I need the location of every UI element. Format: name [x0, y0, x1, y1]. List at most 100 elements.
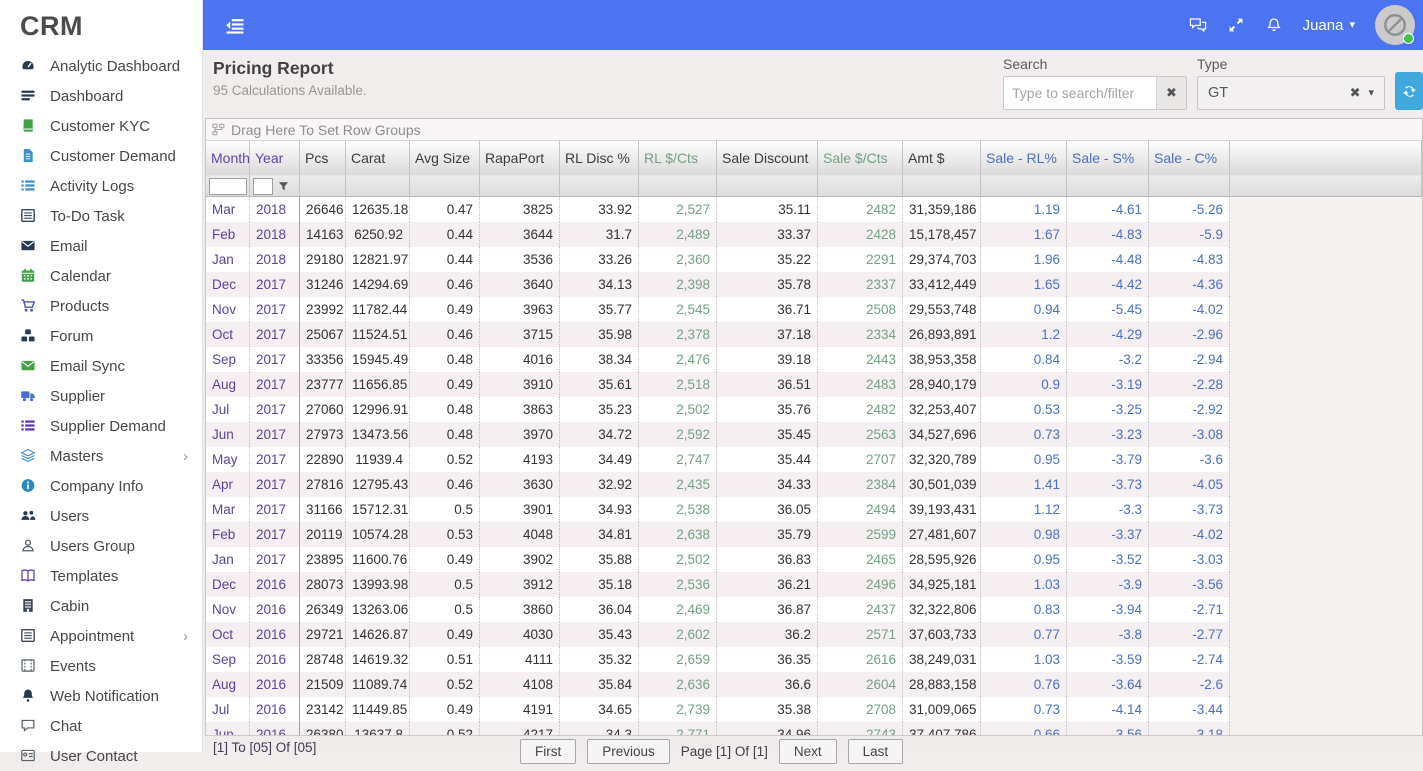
- sidebar-item-appointment[interactable]: Appointment ›: [0, 621, 202, 651]
- column-header-rl-cts[interactable]: RL $/Cts: [639, 141, 717, 175]
- sidebar-item-supplier-demand[interactable]: Supplier Demand: [0, 411, 202, 441]
- sidebar-toggle-icon[interactable]: [225, 17, 245, 34]
- table-row[interactable]: Dec 2017 31246 14294.69 0.46 3640 34.13 2,398 35…: [206, 272, 1422, 297]
- cell-year: 2016: [250, 697, 300, 722]
- cell-carat: 15945.49: [346, 347, 410, 372]
- fullscreen-icon[interactable]: [1227, 17, 1245, 33]
- row-groups-icon: [212, 123, 225, 136]
- filter-funnel-icon[interactable]: [278, 181, 289, 192]
- cell-avg-size: 0.49: [410, 372, 480, 397]
- cell-pcs: 23142: [300, 697, 346, 722]
- messages-icon[interactable]: [1189, 17, 1207, 33]
- table-row[interactable]: Jun 2017 27973 13473.56 0.48 3970 34.72 2,592 35…: [206, 422, 1422, 447]
- column-header-rapaport[interactable]: RapaPort: [480, 141, 560, 175]
- cell-avg-size: 0.44: [410, 222, 480, 247]
- sidebar-item-activity-logs[interactable]: Activity Logs: [0, 171, 202, 201]
- cell-month: Mar: [206, 197, 250, 222]
- search-input[interactable]: [1004, 77, 1156, 109]
- user-menu[interactable]: Juana ▾: [1303, 17, 1355, 34]
- sidebar-item-to-do-task[interactable]: To-Do Task: [0, 201, 202, 231]
- table-row[interactable]: Feb 2018 14163 6250.92 0.44 3644 31.7 2,489 33.3…: [206, 222, 1422, 247]
- sidebar-item-masters[interactable]: Masters ›: [0, 441, 202, 471]
- column-header-sale-rl[interactable]: Sale - RL%: [981, 141, 1067, 175]
- cell-pcs: 27816: [300, 472, 346, 497]
- table-row[interactable]: May 2017 22890 11939.4 0.52 4193 34.49 2,747 35.…: [206, 447, 1422, 472]
- table-row[interactable]: Jul 2016 23142 11449.85 0.49 4191 34.65 2,739 35…: [206, 697, 1422, 722]
- table-row[interactable]: Mar 2018 26646 12635.18 0.47 3825 33.92 2,527 35…: [206, 197, 1422, 222]
- sidebar-item-products[interactable]: Products: [0, 291, 202, 321]
- table-row[interactable]: Jan 2017 23895 11600.76 0.49 3902 35.88 2,502 36…: [206, 547, 1422, 572]
- avatar[interactable]: [1375, 5, 1415, 45]
- filter-input-month[interactable]: [209, 177, 247, 195]
- cell-year: 2016: [250, 672, 300, 697]
- column-header-month[interactable]: Month: [206, 141, 250, 175]
- column-header-avg-size[interactable]: Avg Size: [410, 141, 480, 175]
- column-header-sale-c[interactable]: Sale - C%: [1149, 141, 1230, 175]
- sidebar-item-company-info[interactable]: Company Info: [0, 471, 202, 501]
- table-row[interactable]: Oct 2016 29721 14626.87 0.49 4030 35.43 2,602 36…: [206, 622, 1422, 647]
- cell-pcs: 22890: [300, 447, 346, 472]
- cell-rl-disc: 34.49: [560, 447, 639, 472]
- column-header-sale-discount[interactable]: Sale Discount: [717, 141, 818, 175]
- user-icon: [20, 538, 37, 554]
- cell-sale-c: -2.28: [1149, 372, 1230, 397]
- cell-carat: 12635.18: [346, 197, 410, 222]
- sidebar-item-templates[interactable]: Templates: [0, 561, 202, 591]
- table-row[interactable]: Jul 2017 27060 12996.91 0.48 3863 35.23 2,502 35…: [206, 397, 1422, 422]
- sidebar-item-calendar[interactable]: Calendar: [0, 261, 202, 291]
- column-header-carat[interactable]: Carat: [346, 141, 410, 175]
- type-clear-icon[interactable]: ✖: [1350, 85, 1361, 101]
- row-groups-dropzone[interactable]: Drag Here To Set Row Groups: [206, 119, 1422, 141]
- table-row[interactable]: Aug 2017 23777 11656.85 0.49 3910 35.61 2,518 36…: [206, 372, 1422, 397]
- cell-carat: 12821.97: [346, 247, 410, 272]
- users-icon: [20, 508, 37, 524]
- column-header-pcs[interactable]: Pcs: [300, 141, 346, 175]
- sidebar-item-analytic-dashboard[interactable]: Analytic Dashboard: [0, 51, 202, 81]
- table-row[interactable]: Mar 2017 31166 15712.31 0.5 3901 34.93 2,538 36.…: [206, 497, 1422, 522]
- search-clear-button[interactable]: ✖: [1156, 77, 1186, 109]
- type-select[interactable]: GT ✖ ▾: [1197, 76, 1385, 110]
- refresh-button[interactable]: [1395, 72, 1423, 110]
- sidebar-item-events[interactable]: Events: [0, 651, 202, 681]
- sidebar-item-user-contact[interactable]: User Contact: [0, 741, 202, 771]
- sidebar-item-users[interactable]: Users: [0, 501, 202, 531]
- sidebar-item-customer-kyc[interactable]: Customer KYC: [0, 111, 202, 141]
- cell-pcs: 28073: [300, 572, 346, 597]
- sidebar-item-forum[interactable]: Forum: [0, 321, 202, 351]
- sidebar-item-chat[interactable]: Chat: [0, 711, 202, 741]
- table-row[interactable]: Jan 2018 29180 12821.97 0.44 3536 33.26 2,360 35…: [206, 247, 1422, 272]
- cell-sale-cts: 2291: [818, 247, 903, 272]
- sidebar-item-supplier[interactable]: Supplier: [0, 381, 202, 411]
- table-row[interactable]: Sep 2016 28748 14619.32 0.51 4111 35.32 2,659 36…: [206, 647, 1422, 672]
- table-row[interactable]: Dec 2016 28073 13993.98 0.5 3912 35.18 2,536 36.…: [206, 572, 1422, 597]
- sidebar-item-customer-demand[interactable]: Customer Demand: [0, 141, 202, 171]
- column-header-rl-disc[interactable]: RL Disc %: [560, 141, 639, 175]
- sidebar-item-dashboard[interactable]: Dashboard: [0, 81, 202, 111]
- sidebar-item-label: Events: [50, 657, 96, 675]
- filter-cell-sale-cts: [818, 175, 903, 197]
- column-header-amt[interactable]: Amt $: [903, 141, 981, 175]
- cell-month: Sep: [206, 647, 250, 672]
- table-row[interactable]: Nov 2017 23992 11782.44 0.49 3963 35.77 2,545 36…: [206, 297, 1422, 322]
- sidebar-item-label: Activity Logs: [50, 177, 135, 195]
- column-header-sale-cts[interactable]: Sale $/Cts: [818, 141, 903, 175]
- sidebar-item-web-notification[interactable]: Web Notification: [0, 681, 202, 711]
- table-row[interactable]: Feb 2017 20119 10574.28 0.53 4048 34.81 2,638 35…: [206, 522, 1422, 547]
- notifications-bell-icon[interactable]: [1265, 17, 1283, 33]
- cell-pcs: 21509: [300, 672, 346, 697]
- column-header-sale-s[interactable]: Sale - S%: [1067, 141, 1149, 175]
- table-row[interactable]: Apr 2017 27816 12795.43 0.46 3630 32.92 2,435 34…: [206, 472, 1422, 497]
- table-row[interactable]: Nov 2016 26349 13263.06 0.5 3860 36.04 2,469 36.…: [206, 597, 1422, 622]
- sidebar-item-cabin[interactable]: Cabin: [0, 591, 202, 621]
- sidebar-item-email-sync[interactable]: Email Sync: [0, 351, 202, 381]
- sidebar-item-label: Masters: [50, 447, 104, 465]
- table-row[interactable]: Aug 2016 21509 11089.74 0.52 4108 35.84 2,636 36…: [206, 672, 1422, 697]
- sidebar-item-email[interactable]: Email: [0, 231, 202, 261]
- column-header-year[interactable]: Year: [250, 141, 300, 175]
- filter-input-year[interactable]: [253, 177, 273, 195]
- cell-month: Oct: [206, 322, 250, 347]
- sidebar-item-users-group[interactable]: Users Group: [0, 531, 202, 561]
- cell-rl-disc: 35.43: [560, 622, 639, 647]
- table-row[interactable]: Oct 2017 25067 11524.51 0.46 3715 35.98 2,378 37…: [206, 322, 1422, 347]
- table-row[interactable]: Sep 2017 33356 15945.49 0.48 4016 38.34 2,476 39…: [206, 347, 1422, 372]
